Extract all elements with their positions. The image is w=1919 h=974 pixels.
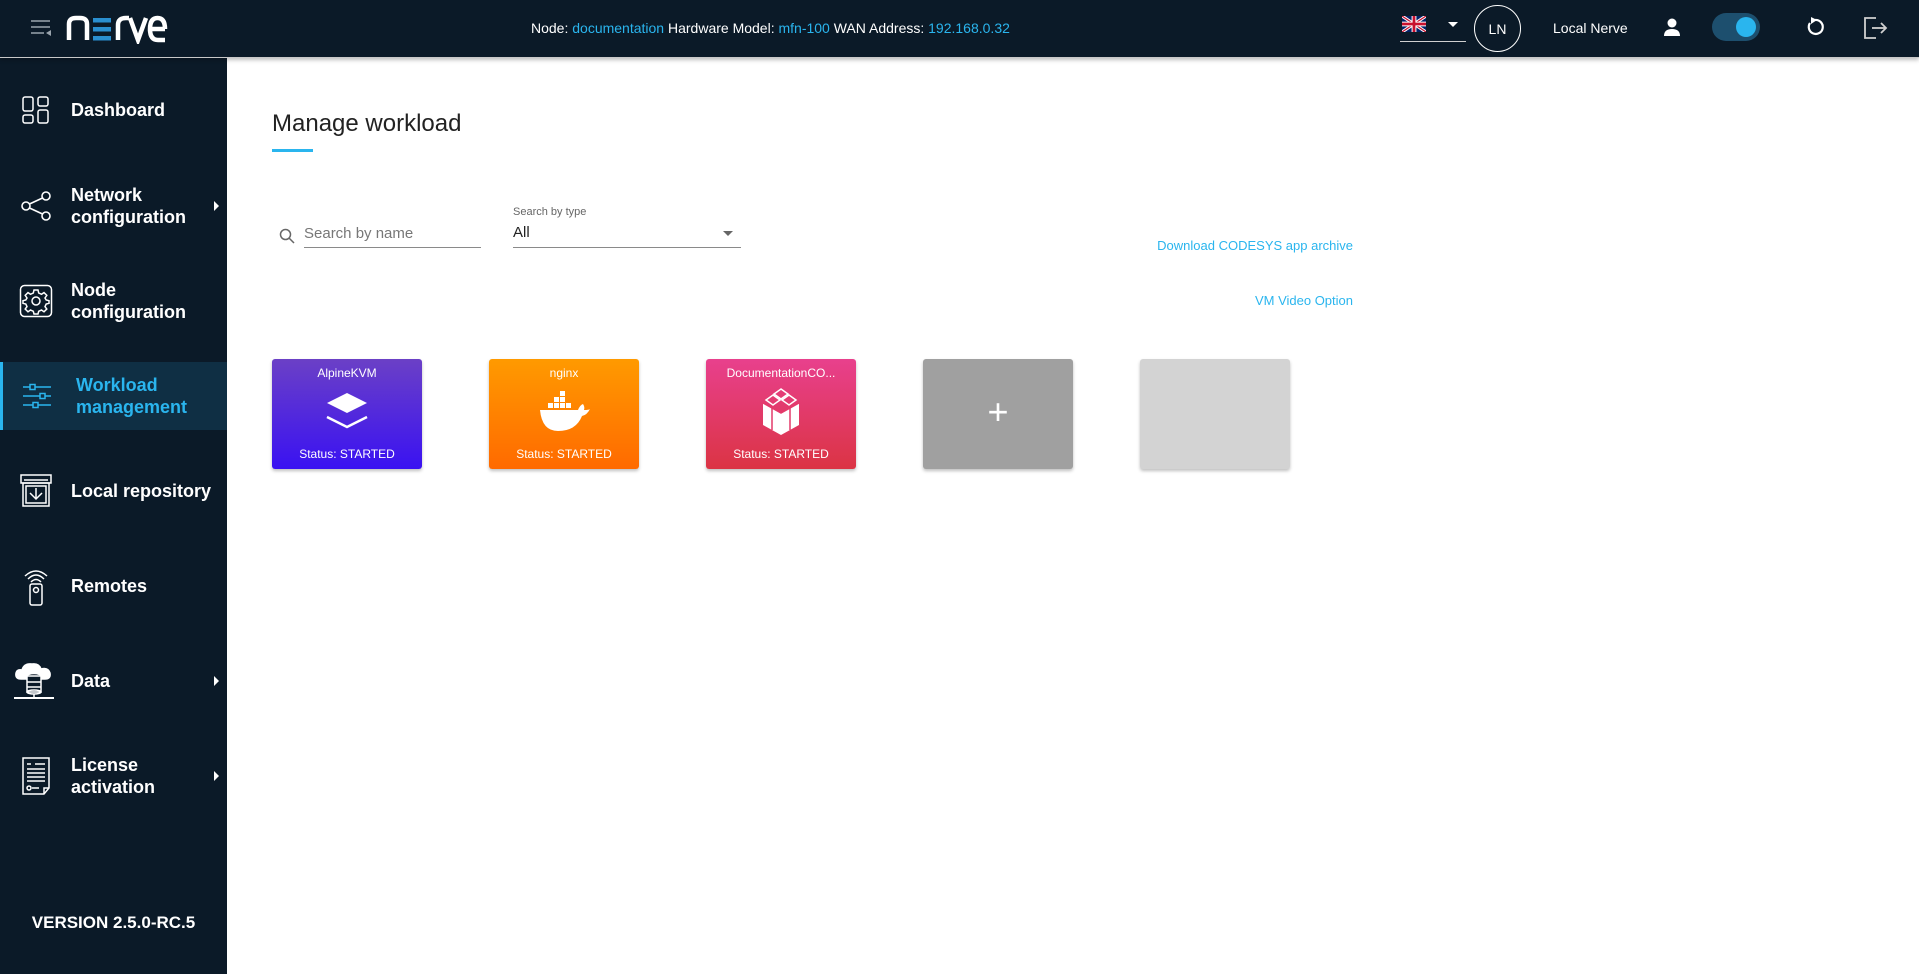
sidebar-item-label: License activation: [71, 755, 156, 797]
sidebar-item-label: Network configuration: [71, 185, 186, 227]
sidebar-item-data[interactable]: Data: [0, 647, 227, 715]
add-workload-button[interactable]: +: [923, 359, 1073, 469]
menu-collapse-icon[interactable]: [30, 18, 52, 38]
search-icon: [279, 228, 295, 244]
share-network-icon: [18, 188, 54, 224]
workload-status: Status: STARTED: [516, 447, 612, 461]
type-filter-label: Search by type: [513, 206, 587, 218]
toggle-knob: [1736, 17, 1756, 37]
page-title: Manage workload: [272, 110, 462, 137]
sidebar-item-workload-management[interactable]: Workload management: [0, 362, 227, 430]
node-info: Node: documentation Hardware Model: mfn-…: [531, 20, 1010, 36]
docker-whale-icon: [540, 391, 590, 431]
sidebar-item-license-activation[interactable]: License activation: [0, 742, 227, 810]
chevron-down-icon: [723, 231, 733, 236]
workload-name: nginx: [549, 366, 579, 380]
logout-icon[interactable]: [1862, 15, 1888, 41]
sidebar-item-local-repository[interactable]: Local repository: [0, 457, 227, 525]
workload-status: Status: STARTED: [299, 447, 395, 461]
sidebar-item-remotes[interactable]: Remotes: [0, 552, 227, 620]
type-filter-select[interactable]: All: [513, 220, 741, 248]
sliders-icon: [19, 378, 55, 414]
sidebar: Dashboard Network configuration Node confi…: [0, 58, 227, 974]
wan-value: 192.168.0.32: [928, 20, 1010, 36]
workload-name: DocumentationCO...: [726, 366, 836, 380]
sidebar-item-dashboard[interactable]: Dashboard: [0, 76, 227, 144]
chevron-right-icon: [214, 676, 219, 686]
user-icon[interactable]: [1662, 17, 1682, 37]
sidebar-item-label: Dashboard: [71, 100, 166, 120]
workload-card[interactable]: nginx Status: STARTED: [489, 359, 639, 469]
workload-card[interactable]: AlpineKVM Status: STARTED: [272, 359, 422, 469]
hardware-label: Hardware Model:: [667, 20, 775, 36]
workload-card[interactable]: DocumentationCO... Status: STARTED: [706, 359, 856, 469]
cloud-database-icon: [12, 663, 56, 699]
sidebar-item-label: Data: [71, 671, 111, 691]
sidebar-item-node-configuration[interactable]: Node configuration: [0, 267, 227, 335]
remote-wireless-icon: [18, 568, 54, 606]
user-name: Local Nerve: [1553, 20, 1628, 36]
gear-icon: [18, 283, 54, 319]
node-value: documentation: [572, 20, 665, 36]
wan-label: WAN Address:: [833, 20, 925, 36]
chevron-down-icon: [1448, 22, 1458, 27]
license-document-icon: [18, 757, 54, 795]
workload-name: AlpineKVM: [317, 366, 377, 380]
vm-video-option-link[interactable]: VM Video Option: [1255, 293, 1353, 308]
sidebar-item-network-configuration[interactable]: Network configuration: [0, 172, 227, 240]
type-filter-value: All: [513, 224, 530, 241]
sidebar-item-label: Local repository: [71, 481, 212, 501]
sidebar-item-label: Remotes: [71, 576, 148, 596]
main-content: Manage workload Search by type All Downl…: [227, 58, 1919, 974]
download-box-icon: [18, 473, 54, 509]
version-label: VERSION 2.5.0-RC.5: [31, 913, 196, 932]
empty-workload-slot: [1140, 359, 1290, 469]
title-underline: [272, 149, 313, 152]
chevron-right-icon: [214, 201, 219, 211]
plus-icon: +: [987, 391, 1009, 432]
node-label: Node:: [531, 20, 569, 36]
refresh-icon[interactable]: [1804, 16, 1826, 38]
search-input[interactable]: [304, 220, 481, 248]
top-bar: Node: documentation Hardware Model: mfn-…: [0, 0, 1919, 58]
sidebar-item-label: Workload management: [76, 375, 188, 417]
vm-layers-icon: [326, 393, 368, 429]
hardware-value: mfn-100: [778, 20, 830, 36]
dashboard-icon: [18, 92, 54, 128]
sidebar-item-label: Node configuration: [71, 280, 186, 322]
nerve-logo[interactable]: [66, 10, 168, 47]
workload-status: Status: STARTED: [733, 447, 829, 461]
codesys-cubes-icon: [762, 388, 800, 435]
avatar[interactable]: LN: [1474, 5, 1521, 52]
language-select[interactable]: [1400, 12, 1466, 42]
chevron-right-icon: [214, 771, 219, 781]
download-codesys-link[interactable]: Download CODESYS app archive: [1157, 238, 1353, 253]
uk-flag-icon: [1402, 16, 1426, 32]
mode-toggle[interactable]: [1712, 13, 1760, 41]
